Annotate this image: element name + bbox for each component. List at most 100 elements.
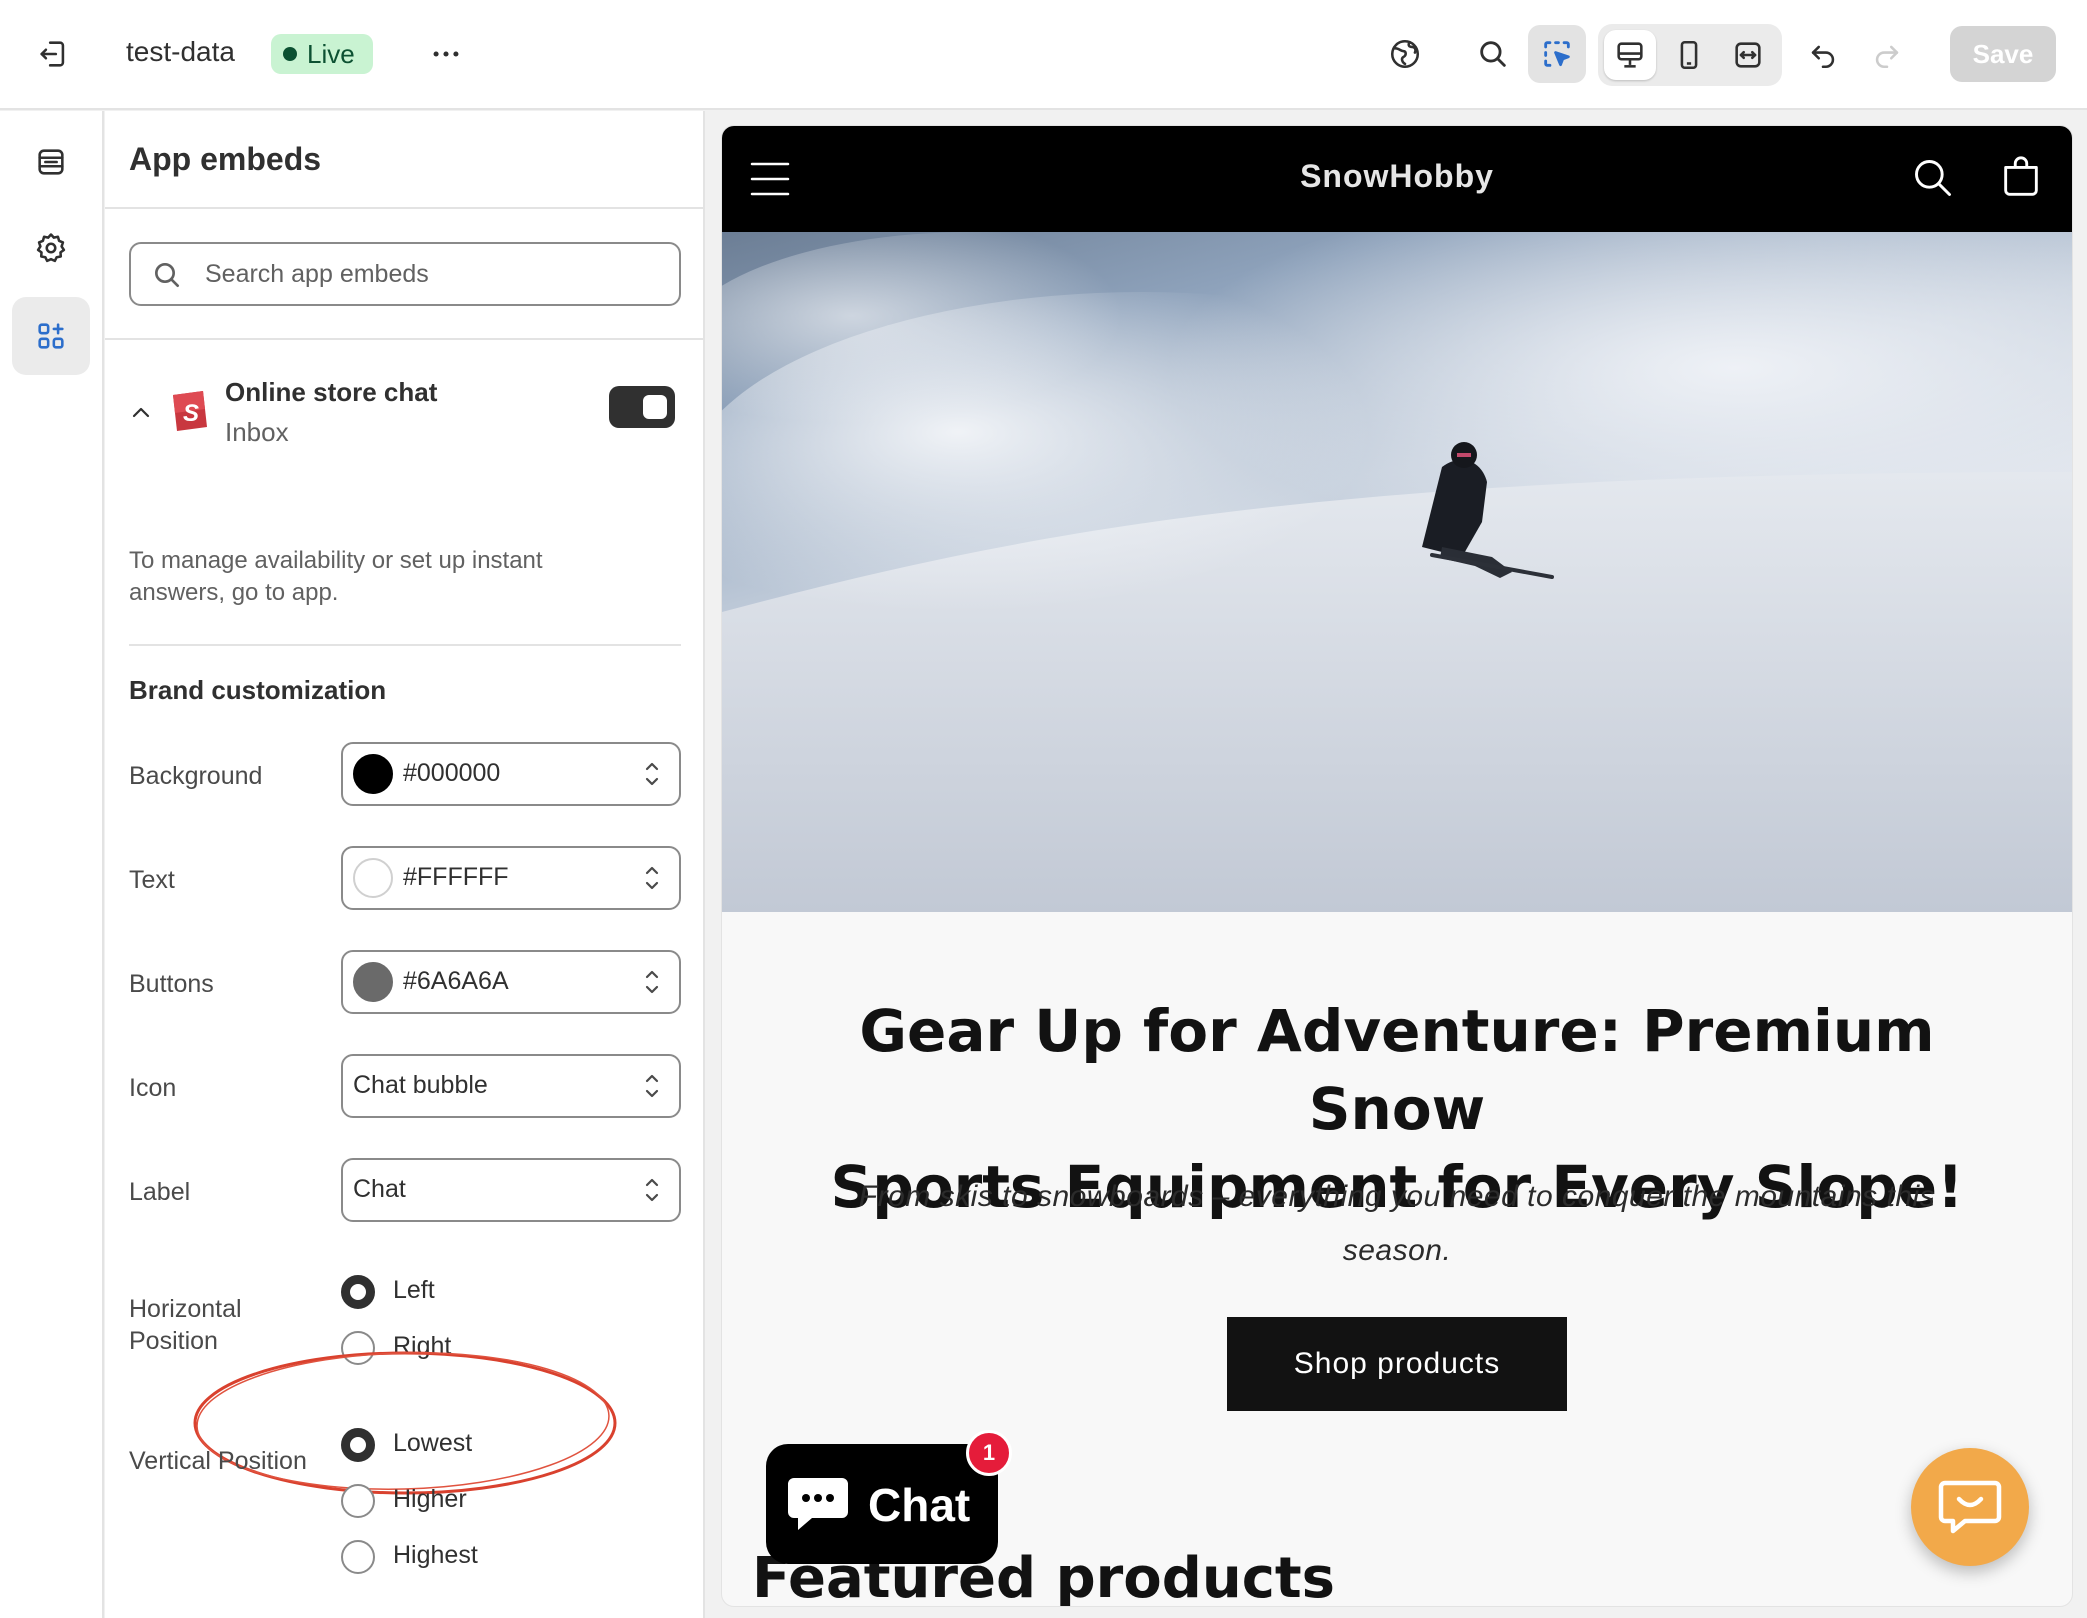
radio-highest-label[interactable]: Highest: [393, 1541, 478, 1570]
search-icon: [155, 263, 179, 287]
svg-text:S: S: [183, 400, 199, 427]
text-color-value: #FFFFFF: [403, 863, 509, 891]
background-label: Background: [129, 762, 263, 790]
background-color-value: #000000: [403, 759, 501, 787]
panel-title: App embeds: [129, 141, 322, 177]
undo-button[interactable]: [1794, 25, 1852, 83]
shopping-bag-icon[interactable]: [1998, 154, 2044, 200]
fullscreen-view-button[interactable]: [1722, 30, 1774, 80]
select-arrows-icon: [645, 866, 659, 890]
radio-left[interactable]: [341, 1275, 375, 1309]
sections-icon: [38, 149, 64, 175]
embed-enabled-toggle[interactable]: [609, 386, 675, 428]
store-brand[interactable]: SnowHobby: [722, 158, 2072, 195]
status-badge-label: Live: [307, 38, 355, 69]
divider: [105, 338, 705, 340]
buttons-color-label: Buttons: [129, 970, 214, 998]
search-button[interactable]: [1464, 25, 1522, 83]
chevron-up-icon[interactable]: [129, 401, 153, 425]
select-cursor-icon: [1544, 41, 1570, 67]
divider: [129, 644, 681, 646]
hero-subheading: From skis to snowboards – everything you…: [812, 1170, 1982, 1278]
select-arrows-icon: [645, 1178, 659, 1202]
background-color-picker[interactable]: #000000: [341, 742, 681, 806]
divider: [105, 207, 705, 209]
radio-lowest[interactable]: [341, 1428, 375, 1462]
subline-line1: From skis to snowboards – everything you…: [858, 1180, 1936, 1213]
select-arrows-icon: [645, 762, 659, 786]
exit-icon: [40, 41, 65, 67]
more-horizontal-icon: [433, 51, 459, 57]
search-icon: [1480, 41, 1506, 67]
embed-name: Online store chat: [225, 377, 438, 407]
store-header: SnowHobby: [722, 126, 2072, 232]
snow-slope-illustration: [722, 232, 2072, 912]
headline-line1: Gear Up for Adventure: Premium Snow: [859, 997, 1935, 1143]
gear-icon: [36, 233, 66, 263]
globe-icon: [1390, 39, 1420, 69]
label-select-value: Chat: [353, 1175, 406, 1203]
color-swatch: [353, 962, 393, 1002]
fullwidth-icon: [1735, 42, 1761, 68]
inspector-button[interactable]: [1528, 25, 1586, 83]
storefront-preview: SnowHobby Gear Up for Adventure: Premium…: [722, 126, 2072, 1606]
help-text: To manage availability or set up instant…: [129, 547, 543, 606]
radio-higher[interactable]: [341, 1484, 375, 1518]
rail-theme-settings-button[interactable]: [12, 209, 90, 287]
shopify-inbox-logo: S: [173, 391, 207, 431]
select-arrows-icon: [645, 1074, 659, 1098]
more-actions-button[interactable]: [417, 25, 475, 83]
support-chat-icon: [1938, 1480, 2002, 1534]
chat-widget-label: Chat: [868, 1479, 971, 1531]
color-swatch: [353, 754, 393, 794]
radio-highest[interactable]: [341, 1540, 375, 1574]
label-select[interactable]: Chat: [341, 1158, 681, 1222]
language-button[interactable]: [1376, 25, 1434, 83]
search-input[interactable]: Search app embeds: [129, 242, 681, 306]
rail-app-embeds-button[interactable]: [12, 297, 90, 375]
mobile-icon: [1680, 40, 1698, 70]
chat-bubble-icon: [788, 1478, 848, 1530]
desktop-view-button[interactable]: [1604, 30, 1656, 80]
redo-icon: [1875, 45, 1899, 69]
icon-label: Icon: [129, 1074, 177, 1102]
embed-subtitle: Inbox: [225, 417, 289, 447]
status-badge: Live: [271, 34, 373, 74]
editor-rail: [0, 111, 104, 1618]
exit-button[interactable]: [24, 25, 82, 83]
shop-products-button[interactable]: Shop products: [1227, 1317, 1567, 1411]
live-dot: [283, 47, 297, 61]
rail-sections-button[interactable]: [12, 123, 90, 201]
label-label: Label: [129, 1178, 191, 1206]
select-arrows-icon: [645, 970, 659, 994]
vertical-position-label: Vertical Position: [129, 1447, 307, 1475]
chat-unread-badge: 1: [966, 1430, 1012, 1476]
mobile-view-button[interactable]: [1663, 30, 1715, 80]
store-name[interactable]: test-data: [126, 36, 235, 68]
search-placeholder: Search app embeds: [205, 260, 429, 288]
buttons-color-value: #6A6A6A: [403, 967, 509, 995]
redo-button[interactable]: [1858, 25, 1916, 83]
buttons-color-picker[interactable]: #6A6A6A: [341, 950, 681, 1014]
text-color-picker[interactable]: #FFFFFF: [341, 846, 681, 910]
color-swatch: [353, 858, 393, 898]
subline-line2: season.: [1342, 1234, 1452, 1267]
icon-select-value: Chat bubble: [353, 1071, 488, 1099]
text-color-label: Text: [129, 866, 175, 894]
app-embeds-panel: App embeds Search app embeds S Online st…: [105, 111, 705, 1618]
search-icon[interactable]: [1911, 156, 1955, 200]
icon-select[interactable]: Chat bubble: [341, 1054, 681, 1118]
radio-higher-label[interactable]: Higher: [393, 1485, 467, 1514]
radio-left-label[interactable]: Left: [393, 1276, 435, 1305]
support-chat-fab[interactable]: [1911, 1448, 2029, 1566]
top-bar: test-data Live Save: [0, 0, 2087, 110]
radio-lowest-label[interactable]: Lowest: [393, 1429, 472, 1458]
desktop-icon: [1617, 42, 1643, 68]
section-title: Brand customization: [129, 675, 387, 705]
apps-icon: [38, 323, 64, 349]
chat-widget-button[interactable]: Chat: [766, 1444, 998, 1564]
hero-image: [722, 232, 2072, 912]
horizontal-label-line1: Horizontal: [129, 1295, 242, 1323]
undo-icon: [1811, 45, 1835, 69]
save-button[interactable]: Save: [1950, 26, 2056, 82]
